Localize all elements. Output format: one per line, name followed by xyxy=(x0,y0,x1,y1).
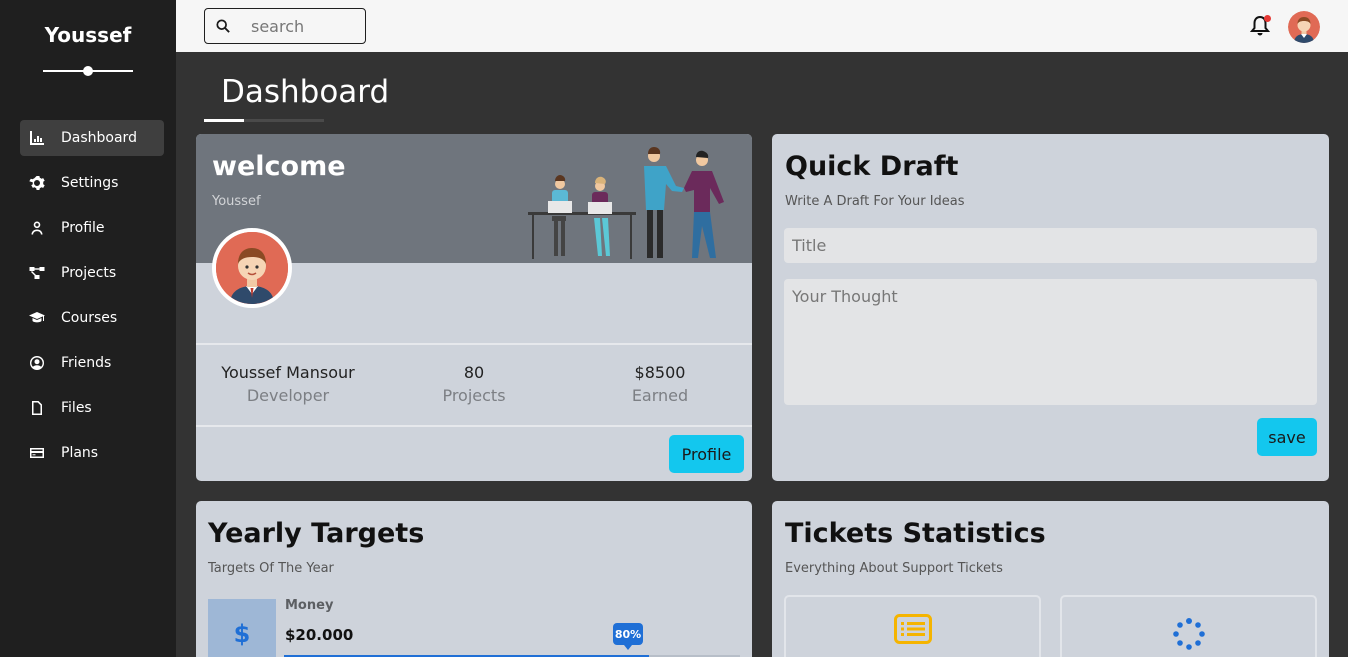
list-icon xyxy=(894,614,932,644)
user-icon xyxy=(28,219,46,237)
draft-title-input[interactable] xyxy=(784,228,1317,263)
card-subtitle: Write A Draft For Your Ideas xyxy=(785,194,965,209)
search-input[interactable] xyxy=(251,16,361,36)
sidebar-item-label: Plans xyxy=(61,445,99,461)
save-button[interactable]: save xyxy=(1257,418,1317,456)
target-value: $20.000 xyxy=(285,626,354,644)
divider xyxy=(196,425,752,427)
sidebar-item-settings[interactable]: Settings xyxy=(20,165,164,201)
user-circle-icon xyxy=(28,354,46,372)
sidebar-item-label: Dashboard xyxy=(61,130,137,146)
yearly-targets-card: Yearly Targets Targets Of The Year $ Mon… xyxy=(196,501,752,657)
sidebar: Youssef Dashboard Settings Profile Proje… xyxy=(0,0,176,657)
dollar-icon: $ xyxy=(208,599,276,657)
target-label: Money xyxy=(285,598,334,613)
stat-name: Youssef Mansour Developer xyxy=(203,363,373,405)
page-title: Dashboard xyxy=(221,74,390,110)
stat-earned: $8500 Earned xyxy=(575,363,745,405)
card-title: Yearly Targets xyxy=(208,518,425,549)
ticket-stat-box xyxy=(1060,595,1317,657)
sidebar-item-dashboard[interactable]: Dashboard xyxy=(20,120,164,156)
stat-value: Youssef Mansour xyxy=(221,363,355,382)
card-subtitle: Targets Of The Year xyxy=(208,561,334,576)
stat-value: $8500 xyxy=(634,363,686,382)
page-title-underline-accent xyxy=(204,119,244,122)
sidebar-item-label: Profile xyxy=(61,220,105,236)
divider xyxy=(196,343,752,345)
card-title: Tickets Statistics xyxy=(785,518,1046,549)
sidebar-item-courses[interactable]: Courses xyxy=(20,300,164,336)
welcome-subtitle: Youssef xyxy=(212,194,261,209)
diagram-icon xyxy=(28,264,46,282)
spinner-icon xyxy=(1173,618,1205,650)
sidebar-item-files[interactable]: Files xyxy=(20,390,164,426)
search-icon xyxy=(216,19,230,33)
search-box[interactable] xyxy=(204,8,366,44)
stat-projects: 80 Projects xyxy=(389,363,559,405)
stat-value: 80 xyxy=(463,363,485,382)
card-subtitle: Everything About Support Tickets xyxy=(785,561,1003,576)
welcome-card: welcome Youssef Youssef Mansour Develope… xyxy=(196,134,752,481)
sidebar-nav: Dashboard Settings Profile Projects Cour… xyxy=(20,120,164,480)
draft-thought-textarea[interactable] xyxy=(784,279,1317,405)
sidebar-item-friends[interactable]: Friends xyxy=(20,345,164,381)
profile-button[interactable]: Profile xyxy=(669,435,744,473)
sidebar-item-label: Courses xyxy=(61,310,118,326)
brand-name: Youssef xyxy=(44,23,132,47)
brand-divider-dot xyxy=(83,66,93,76)
topbar xyxy=(176,0,1348,52)
file-icon xyxy=(28,399,46,417)
avatar xyxy=(212,228,292,308)
team-illustration xyxy=(528,147,724,259)
gear-icon xyxy=(28,174,46,192)
card-title: Quick Draft xyxy=(785,151,959,182)
sidebar-item-label: Projects xyxy=(61,265,117,281)
welcome-title: welcome xyxy=(212,151,346,182)
ticket-stat-box xyxy=(784,595,1041,657)
progress-percent-badge: 80% xyxy=(613,623,643,650)
sidebar-item-label: Settings xyxy=(61,175,119,191)
quick-draft-card: Quick Draft Write A Draft For Your Ideas… xyxy=(772,134,1329,481)
stat-label: Developer xyxy=(246,386,330,405)
sidebar-item-plans[interactable]: Plans xyxy=(20,435,164,471)
sidebar-item-label: Files xyxy=(61,400,92,416)
graduation-cap-icon xyxy=(28,309,46,327)
notification-dot xyxy=(1264,15,1271,22)
stat-label: Projects xyxy=(442,386,506,405)
credit-card-icon xyxy=(28,444,46,462)
sidebar-item-label: Friends xyxy=(61,355,112,371)
chart-icon xyxy=(28,129,46,147)
sidebar-item-projects[interactable]: Projects xyxy=(20,255,164,291)
stat-label: Earned xyxy=(631,386,689,405)
avatar-icon[interactable] xyxy=(1288,11,1320,43)
sidebar-item-profile[interactable]: Profile xyxy=(20,210,164,246)
tickets-statistics-card: Tickets Statistics Everything About Supp… xyxy=(772,501,1329,657)
